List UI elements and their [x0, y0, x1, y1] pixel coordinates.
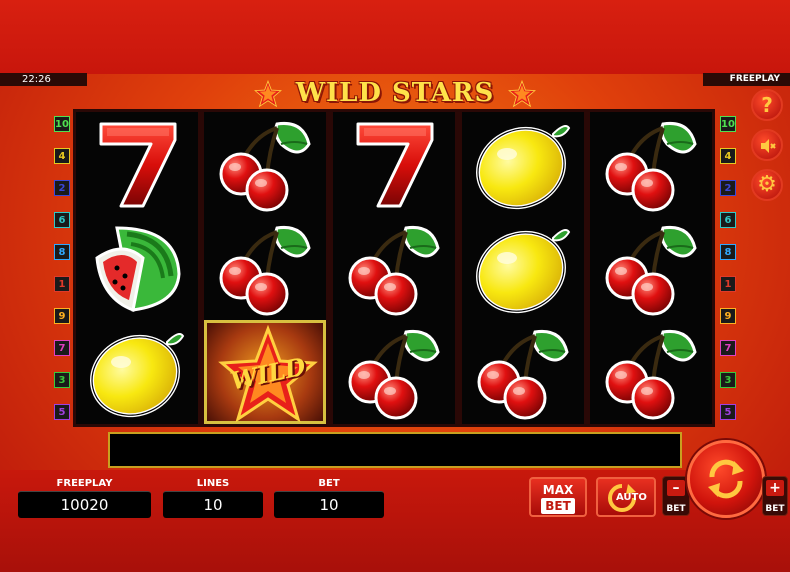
payline-badge[interactable]: 3: [54, 372, 70, 388]
reel-symbol-cherries: [204, 216, 326, 320]
bet-minus-sign: –: [667, 480, 685, 496]
reel-symbol-lemon: [76, 320, 198, 424]
reel-symbol-lemon: [462, 112, 584, 216]
mode-label: FREEPLAY: [703, 73, 790, 86]
payline-badge[interactable]: 8: [54, 244, 70, 260]
payline-badge[interactable]: 7: [54, 340, 70, 356]
seven-icon: [87, 114, 187, 214]
bet-plus-button[interactable]: + BET: [762, 476, 788, 516]
payline-badge[interactable]: 9: [720, 308, 736, 324]
reel-symbol-watermelon: [76, 216, 198, 320]
bet-plus-label: BET: [765, 504, 785, 514]
reel-symbol-seven: [333, 112, 455, 216]
gear-icon: ⚙: [757, 172, 777, 197]
star-icon: [508, 80, 536, 108]
reel-symbol-cherries: [462, 320, 584, 424]
reel: [76, 112, 198, 424]
reel-area: WILD: [73, 109, 715, 427]
cherries-icon: [344, 218, 444, 318]
cherries-icon: [601, 114, 701, 214]
lemon-icon: [473, 114, 573, 214]
cherries-icon: [215, 218, 315, 318]
payline-badge[interactable]: 9: [54, 308, 70, 324]
help-button[interactable]: ?: [751, 89, 783, 121]
payline-badge[interactable]: 2: [54, 180, 70, 196]
payline-badge[interactable]: 6: [720, 212, 736, 228]
payline-badge[interactable]: 4: [54, 148, 70, 164]
speaker-muted-icon: [761, 139, 776, 153]
reel-symbol-wild: WILD: [204, 320, 326, 424]
game-title: WILD STARS: [250, 76, 540, 110]
spin-button[interactable]: [687, 440, 765, 518]
lemon-icon: [87, 322, 187, 422]
payline-badge[interactable]: 6: [54, 212, 70, 228]
reel-symbol-cherries: [590, 112, 712, 216]
reel-symbol-seven: [76, 112, 198, 216]
game-title-text: WILD STARS: [295, 78, 495, 108]
freeplay-value: 10020: [18, 491, 151, 518]
top-background: [0, 0, 790, 74]
reel: WILD: [204, 112, 326, 424]
reel-symbol-cherries: [333, 216, 455, 320]
payline-badge[interactable]: 1: [720, 276, 736, 292]
max-bet-button[interactable]: MAX BET: [529, 477, 587, 517]
cherries-icon: [473, 322, 573, 422]
lemon-icon: [473, 218, 573, 318]
bet-minus-button[interactable]: – BET: [662, 476, 690, 516]
reel-symbol-cherries: [204, 112, 326, 216]
help-icon: ?: [761, 93, 773, 117]
auto-button[interactable]: AUTO: [596, 477, 656, 517]
cherries-icon: [601, 218, 701, 318]
auto-label: AUTO: [616, 492, 647, 503]
bet-plus-sign: +: [766, 480, 784, 496]
payline-badge[interactable]: 5: [54, 404, 70, 420]
payline-badge[interactable]: 2: [720, 180, 736, 196]
cherries-icon: [215, 114, 315, 214]
payline-badge[interactable]: 7: [720, 340, 736, 356]
payline-badge[interactable]: 5: [720, 404, 736, 420]
payline-badge[interactable]: 4: [720, 148, 736, 164]
reel: [333, 112, 455, 424]
bet-minus-label: BET: [666, 504, 686, 514]
seven-icon: [344, 114, 444, 214]
cherries-icon: [344, 322, 444, 422]
max-bet-label-line2: BET: [541, 498, 575, 514]
spin-arrows-icon: [708, 459, 744, 499]
payline-badge[interactable]: 8: [720, 244, 736, 260]
cherries-icon: [601, 322, 701, 422]
payline-badge[interactable]: 10: [54, 116, 70, 132]
bet-label: BET: [318, 478, 340, 489]
reel-symbol-cherries: [590, 320, 712, 424]
lines-label: LINES: [196, 478, 230, 489]
max-bet-label-line1: MAX: [542, 483, 574, 497]
lines-value[interactable]: 10: [163, 491, 263, 518]
watermelon-icon: [87, 218, 187, 318]
reel-symbol-cherries: [333, 320, 455, 424]
payline-badge[interactable]: 3: [720, 372, 736, 388]
reel: [590, 112, 712, 424]
sound-button[interactable]: [751, 129, 783, 161]
message-bar: [108, 432, 682, 468]
reel: [462, 112, 584, 424]
reel-symbol-cherries: [590, 216, 712, 320]
payline-badge[interactable]: 1: [54, 276, 70, 292]
clock: 22:26: [0, 73, 87, 86]
reel-symbol-lemon: [462, 216, 584, 320]
freeplay-label: FREEPLAY: [56, 478, 113, 489]
settings-button[interactable]: ⚙: [751, 169, 783, 201]
payline-badge[interactable]: 10: [720, 116, 736, 132]
bet-value[interactable]: 10: [274, 491, 384, 518]
